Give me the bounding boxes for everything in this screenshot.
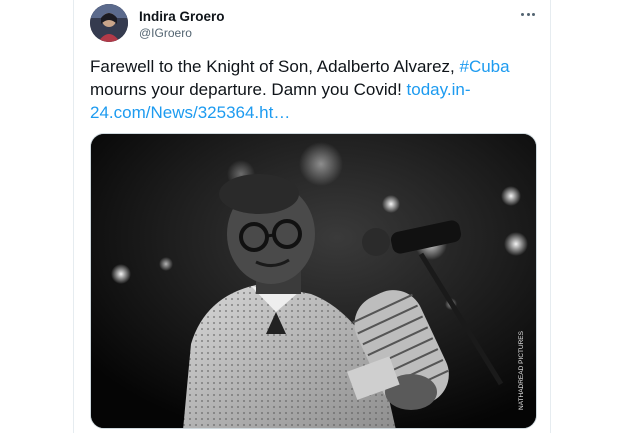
photo-credit: NATHADREAD PICTURES — [516, 330, 526, 410]
tweet-text: Farewell to the Knight of Son, Adalberto… — [90, 55, 540, 124]
hashtag-link[interactable]: #Cuba — [460, 57, 510, 76]
musician-photo — [91, 134, 536, 428]
author-name[interactable]: Indira Groero — [139, 9, 225, 24]
photo-credit-text: NATHADREAD PICTURES — [518, 330, 525, 410]
tweet-text-end: mourns your departure. Damn you Covid! — [90, 80, 407, 99]
tweet-text-start: Farewell to the Knight of Son, Adalberto… — [90, 57, 460, 76]
profile-photo — [90, 4, 128, 42]
author-handle[interactable]: @IGroero — [139, 26, 192, 40]
tweet-card[interactable]: Indira Groero @IGroero Farewell to the K… — [73, 0, 551, 433]
more-horizontal-icon — [521, 12, 525, 16]
avatar[interactable] — [90, 4, 128, 42]
tweet-photo[interactable]: NATHADREAD PICTURES — [90, 133, 537, 429]
more-options-button[interactable] — [517, 4, 539, 24]
